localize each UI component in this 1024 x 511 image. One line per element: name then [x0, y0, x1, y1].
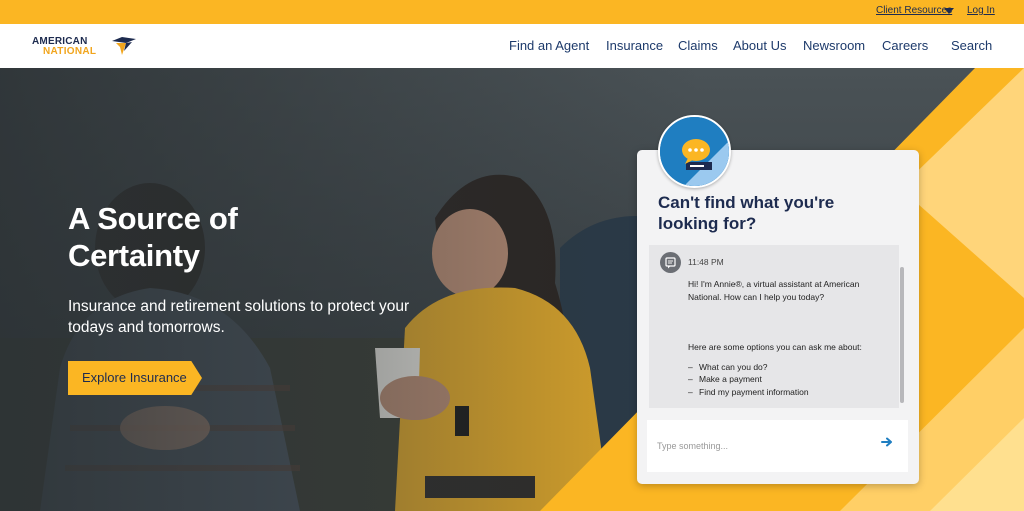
- greeting-text: Hi! I'm Annie®, a virtual assistant at A…: [688, 279, 860, 302]
- message-timestamp: 11:48 PM: [688, 257, 724, 267]
- site-header: AMERICAN NATIONAL Find an Agent Insuranc…: [0, 24, 1024, 68]
- nav-about-us[interactable]: About Us: [733, 38, 786, 53]
- nav-insurance[interactable]: Insurance: [606, 38, 663, 53]
- assistant-message: Hi! I'm Annie®, a virtual assistant at A…: [688, 278, 884, 304]
- option-find-payment-info[interactable]: – Find my payment information: [688, 386, 884, 399]
- chat-scrollbar[interactable]: [899, 245, 905, 408]
- login-link[interactable]: Log In: [967, 5, 995, 16]
- option-label: Make a payment: [699, 374, 762, 384]
- send-button[interactable]: [879, 434, 895, 450]
- nav-careers[interactable]: Careers: [882, 38, 928, 53]
- chat-message-input[interactable]: [657, 437, 867, 455]
- option-what-can-you-do[interactable]: – What can you do?: [688, 361, 884, 374]
- chat-scrollbar-thumb[interactable]: [900, 267, 904, 403]
- chat-input-box: [647, 420, 908, 472]
- nav-find-an-agent[interactable]: Find an Agent: [509, 38, 589, 53]
- option-make-a-payment[interactable]: – Make a payment: [688, 373, 884, 386]
- send-arrow-icon: [881, 437, 892, 447]
- chat-avatar: [658, 115, 731, 188]
- american-national-logo[interactable]: AMERICAN NATIONAL: [32, 36, 136, 58]
- option-label: What can you do?: [699, 361, 768, 372]
- logo-text-line2: NATIONAL: [43, 46, 97, 57]
- nav-search[interactable]: Search: [951, 38, 992, 53]
- hero-subtitle: Insurance and retirement solutions to pr…: [68, 298, 410, 336]
- chat-heading: Can't find what you're looking for?: [658, 193, 835, 233]
- chat-widget: Can't find what you're looking for? 11:4…: [637, 150, 919, 484]
- hero-title: A Source of Certainty: [68, 201, 238, 273]
- logo-eagle-icon: [112, 37, 136, 55]
- options-intro: Here are some options you can ask me abo…: [688, 342, 862, 352]
- options-list: Here are some options you can ask me abo…: [688, 341, 884, 398]
- utility-bar: Client Resources Log In: [0, 0, 1024, 24]
- message-icon: [660, 252, 681, 273]
- client-resources-link[interactable]: Client Resources: [876, 5, 952, 16]
- option-label: Find my payment information: [699, 386, 809, 397]
- nav-newsroom[interactable]: Newsroom: [803, 38, 865, 53]
- explore-insurance-button[interactable]: Explore Insurance: [68, 361, 202, 395]
- chat-message-panel[interactable]: 11:48 PM Hi! I'm Annie®, a virtual assis…: [649, 245, 899, 408]
- caret-down-icon[interactable]: [944, 8, 954, 14]
- nav-claims[interactable]: Claims: [678, 38, 718, 53]
